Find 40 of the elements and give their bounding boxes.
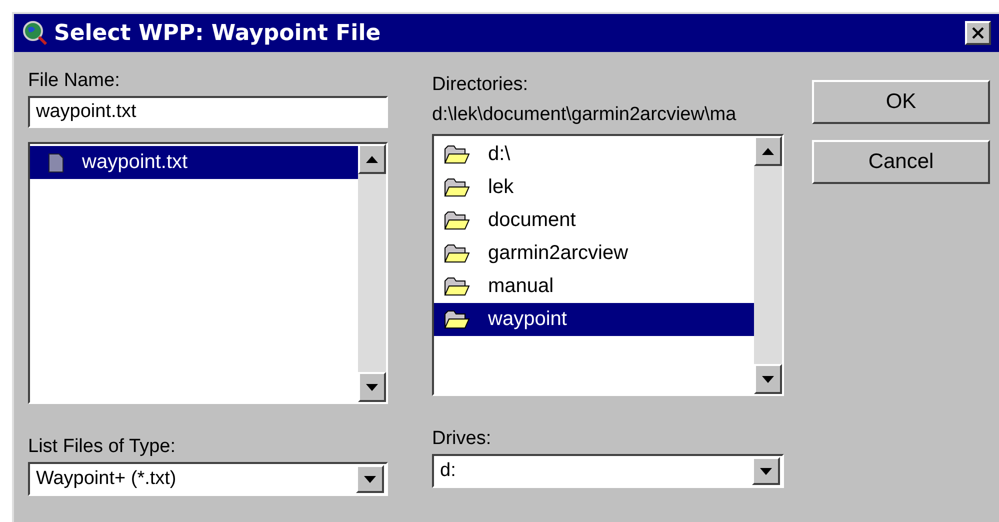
folder-icon (444, 310, 470, 330)
up-arrow-icon (762, 148, 774, 154)
dropdown-arrow-icon (760, 468, 772, 474)
directory-item[interactable]: lek (434, 171, 754, 204)
drives-label: Drives: (432, 427, 492, 451)
file-name-label: File Name: (28, 69, 121, 93)
folder-icon (444, 210, 470, 230)
folder-icon (444, 276, 470, 296)
down-arrow-icon (762, 376, 774, 382)
scrollbar[interactable] (754, 136, 782, 394)
folder-icon (444, 178, 470, 198)
directory-item[interactable]: garmin2arcview (434, 237, 754, 270)
scrollbar[interactable] (358, 144, 386, 402)
down-arrow-icon (366, 384, 378, 390)
scroll-up-button[interactable] (358, 144, 386, 174)
directory-item[interactable]: manual (434, 270, 754, 303)
file-type-dropdown[interactable]: Waypoint+ (*.txt) (28, 462, 388, 496)
directory-path: d:\lek\document\garmin2arcview\ma (432, 103, 738, 127)
directory-item[interactable]: waypoint (434, 303, 754, 336)
up-arrow-icon (366, 156, 378, 162)
folder-icon (444, 244, 470, 264)
globe-magnifier-icon (22, 20, 48, 46)
close-icon (971, 27, 985, 39)
file-name-field[interactable]: waypoint.txt (28, 96, 388, 128)
cancel-button[interactable]: Cancel (812, 140, 990, 184)
scroll-up-button[interactable] (754, 136, 782, 166)
directories-label: Directories: (432, 73, 530, 97)
close-button[interactable] (965, 21, 991, 45)
scroll-down-button[interactable] (754, 364, 782, 394)
ok-button[interactable]: OK (812, 80, 990, 124)
directory-item[interactable]: d:\ (434, 138, 754, 171)
dropdown-arrow-icon (364, 476, 376, 482)
scroll-down-button[interactable] (358, 372, 386, 402)
file-item[interactable]: waypoint.txt (30, 146, 358, 179)
folder-icon (444, 144, 470, 164)
file-type-label: List Files of Type: (28, 435, 176, 459)
file-icon (48, 152, 64, 172)
drives-dropdown[interactable]: d: (432, 454, 784, 488)
directory-item[interactable]: document (434, 204, 754, 237)
window-title: Select WPP: Waypoint File (54, 20, 382, 46)
